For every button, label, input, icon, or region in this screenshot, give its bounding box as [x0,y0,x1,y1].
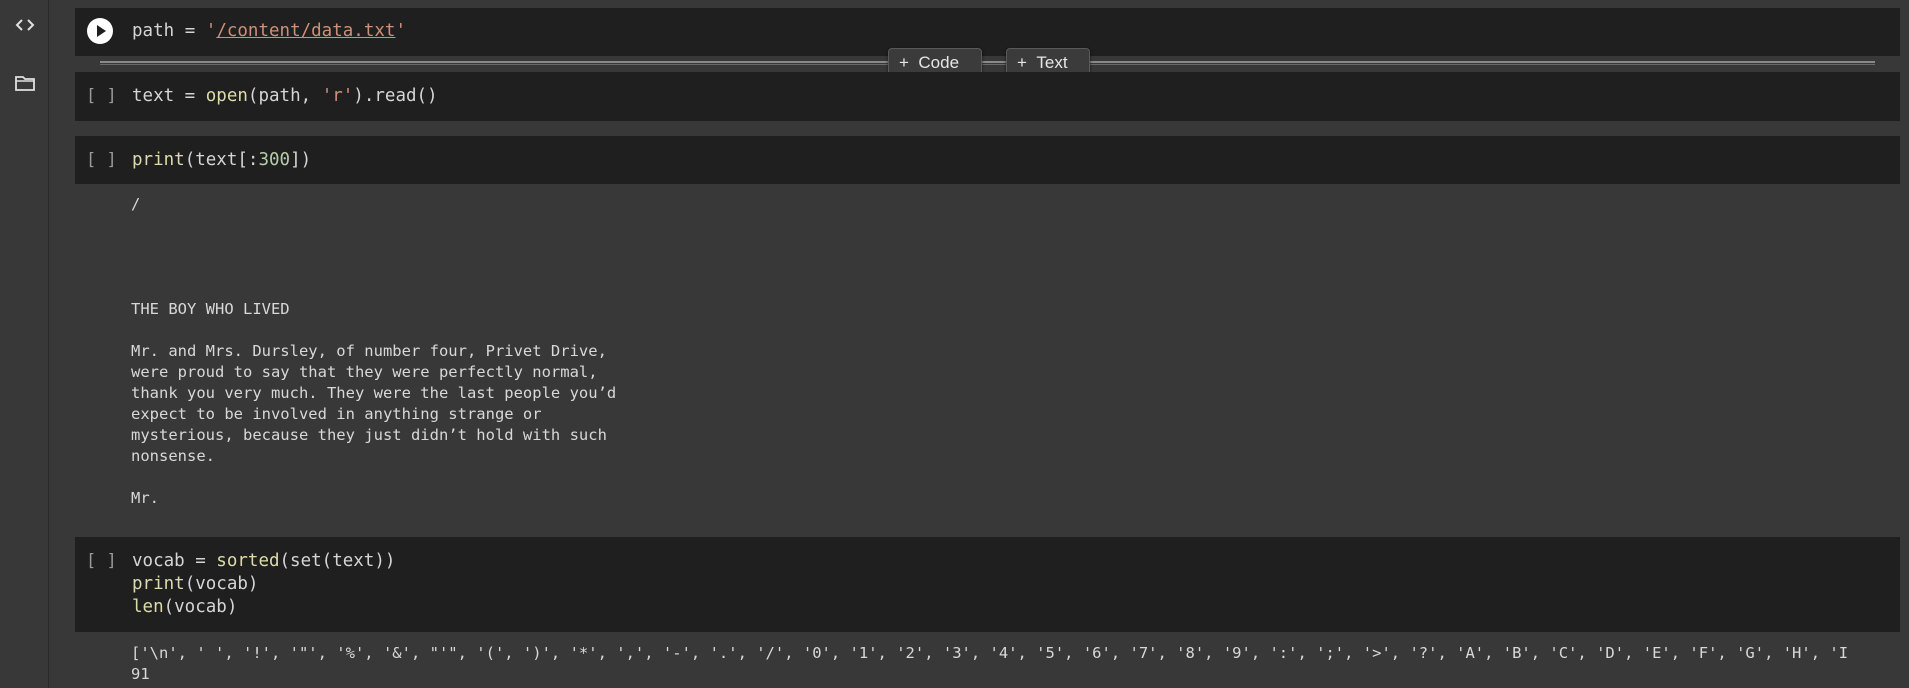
code-brackets-icon[interactable] [14,14,36,36]
file-path-link[interactable]: /content/data.txt [216,21,395,41]
cell-code[interactable]: print(text[:300]) [132,149,311,172]
add-code-label: Code [918,53,960,72]
plus-icon: + [1017,53,1027,72]
code-token: 300 [258,150,291,170]
run-cell-button[interactable] [87,18,113,44]
add-text-label: Text [1036,53,1068,72]
code-token: ]) [290,150,312,170]
code-token: (vocab) [163,597,238,617]
code-token: ).read() [353,86,438,106]
code-cell-1[interactable]: path = '/content/data.txt' [75,8,1900,56]
execution-count: [ ] [86,551,117,571]
cell-output: / THE BOY WHO LIVED Mr. and Mrs. Dursley… [131,195,617,507]
cell-code[interactable]: vocab = sorted(set(text)) print(vocab) l… [132,550,395,619]
code-token: open [205,86,248,106]
code-token: len [132,597,164,617]
code-cell-2[interactable]: [ ] text = open(path, 'r').read() [75,72,1900,121]
code-token: (text[: [184,150,259,170]
code-token: ' [205,21,217,41]
code-token: (set(text)) [279,551,396,571]
execution-count: [ ] [86,86,117,106]
folder-icon[interactable] [14,72,36,94]
cell-code[interactable]: text = open(path, 'r').read() [132,85,438,108]
insert-divider [100,61,1875,63]
execution-count: [ ] [86,150,117,170]
code-token: ' [395,21,406,41]
code-token: 'r' [321,86,354,106]
code-token: sorted [216,551,280,571]
code-cell-4[interactable]: [ ] vocab = sorted(set(text)) print(voca… [75,537,1900,632]
code-cell-3[interactable]: [ ] print(text[:300]) [75,136,1900,184]
cell-code[interactable]: path = '/content/data.txt' [132,20,406,43]
code-token: vocab = [132,551,217,571]
left-sidebar [0,0,49,688]
code-token: (path, [247,86,322,106]
code-token: print [132,150,185,170]
code-token: path [132,21,175,41]
plus-icon: + [899,53,909,72]
code-token: = [174,21,206,41]
cell-output: ['\n', ' ', '!', '"', '%', '&', "'", '('… [131,644,1849,683]
code-token: print [132,574,185,594]
code-token: text = [132,86,206,106]
code-token: (vocab) [184,574,259,594]
insert-divider-shadow [100,64,1875,65]
